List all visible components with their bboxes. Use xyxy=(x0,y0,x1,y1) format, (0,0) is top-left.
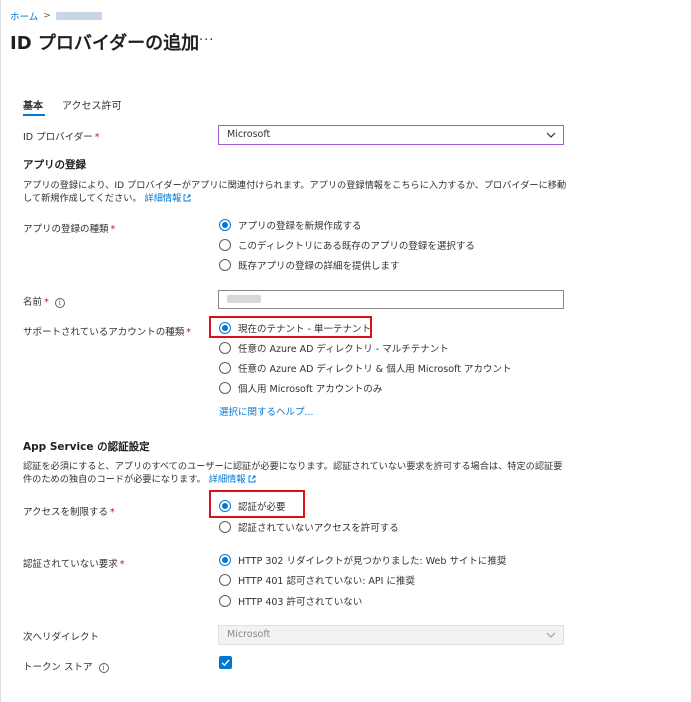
more-actions-button[interactable]: ··· xyxy=(199,33,214,48)
account-types-help-link[interactable]: 選択に関するヘルプ... xyxy=(219,404,314,418)
radio-selected-icon xyxy=(219,219,231,231)
unauthenticated-requests-label: 認証されていない要求 * xyxy=(23,559,125,570)
radio-unselected-icon xyxy=(219,574,231,586)
radio-select-existing-registration[interactable]: このディレクトリにある既存のアプリの登録を選択する xyxy=(219,238,475,252)
redirect-to-value: Microsoft xyxy=(227,629,271,640)
app-registration-type-label: アプリの登録の種類 * xyxy=(23,224,116,235)
name-label: 名前 * i xyxy=(23,294,65,308)
auth-settings-title: App Service の認証設定 xyxy=(23,441,150,453)
radio-http-302[interactable]: HTTP 302 リダイレクトが見つかりました: Web サイトに推奨 xyxy=(219,553,506,567)
identity-provider-select[interactable]: Microsoft xyxy=(218,125,564,145)
info-icon[interactable]: i xyxy=(54,297,65,308)
token-store-label: トークン ストア i xyxy=(23,659,109,673)
radio-provide-existing-details[interactable]: 既存アプリの登録の詳細を提供します xyxy=(219,258,400,272)
identity-provider-value: Microsoft xyxy=(227,129,271,140)
chevron-down-icon xyxy=(546,632,556,638)
tab-basic[interactable]: 基本 xyxy=(23,97,43,112)
radio-unselected-icon xyxy=(219,595,231,607)
active-tab-indicator xyxy=(23,114,45,116)
auth-settings-description: 認証を必須にすると、アプリのすべてのユーザーに認証が必要になります。認証されてい… xyxy=(23,461,563,485)
radio-unselected-icon xyxy=(219,259,231,271)
app-registration-description: アプリの登録により、ID プロバイダーがアプリに関連付けられます。アプリの登録情… xyxy=(23,180,567,204)
chevron-down-icon xyxy=(546,132,556,138)
radio-http-403[interactable]: HTTP 403 許可されていない xyxy=(219,594,362,608)
page-title: ID プロバイダーの追加 xyxy=(10,33,200,54)
restrict-access-label: アクセスを制限する * xyxy=(23,507,115,518)
radio-multitenant[interactable]: 任意の Azure AD ディレクトリ - マルチテナント xyxy=(219,341,449,355)
radio-multitenant-personal[interactable]: 任意の Azure AD ディレクトリ & 個人用 Microsoft アカウン… xyxy=(219,361,511,375)
redirect-to-select[interactable]: Microsoft xyxy=(218,625,564,645)
name-redacted-value xyxy=(227,295,261,303)
radio-unselected-icon xyxy=(219,239,231,251)
radio-http-401[interactable]: HTTP 401 認可されていない: API に推奨 xyxy=(219,573,415,587)
radio-unselected-icon xyxy=(219,342,231,354)
breadcrumb-separator: > xyxy=(43,11,51,21)
radio-allow-unauthenticated[interactable]: 認証されていないアクセスを許可する xyxy=(219,520,399,534)
app-registration-more-info-link[interactable]: 詳細情報 xyxy=(145,193,192,204)
radio-selected-icon xyxy=(219,554,231,566)
account-types-label: サポートされているアカウントの種類 * xyxy=(23,327,191,338)
token-store-checkbox[interactable] xyxy=(219,656,232,669)
breadcrumb: ホーム > xyxy=(10,9,102,23)
tab-permissions[interactable]: アクセス許可 xyxy=(62,97,122,112)
breadcrumb-home-link[interactable]: ホーム xyxy=(10,9,38,23)
breadcrumb-redacted-item[interactable] xyxy=(55,12,102,20)
radio-selected-icon xyxy=(219,322,231,334)
radio-single-tenant[interactable]: 現在のテナント - 単一テナント xyxy=(219,321,371,335)
radio-unselected-icon xyxy=(219,362,231,374)
app-registration-title: アプリの登録 xyxy=(23,159,86,171)
external-link-icon xyxy=(248,475,255,483)
radio-selected-icon xyxy=(219,500,231,512)
checkmark-icon xyxy=(221,659,230,667)
radio-unselected-icon xyxy=(219,521,231,533)
identity-provider-label: ID プロバイダー * xyxy=(23,132,100,143)
redirect-to-label: 次へリダイレクト xyxy=(23,632,100,643)
name-input[interactable] xyxy=(218,290,564,309)
blade-left-border xyxy=(0,0,1,702)
radio-create-new-registration[interactable]: アプリの登録を新規作成する xyxy=(219,218,362,232)
info-icon[interactable]: i xyxy=(98,662,109,673)
radio-personal-only[interactable]: 個人用 Microsoft アカウントのみ xyxy=(219,381,382,395)
radio-unselected-icon xyxy=(219,382,231,394)
external-link-icon xyxy=(183,194,191,202)
auth-settings-more-info-link[interactable]: 詳細情報 xyxy=(209,474,256,485)
radio-require-auth[interactable]: 認証が必要 xyxy=(219,499,286,513)
